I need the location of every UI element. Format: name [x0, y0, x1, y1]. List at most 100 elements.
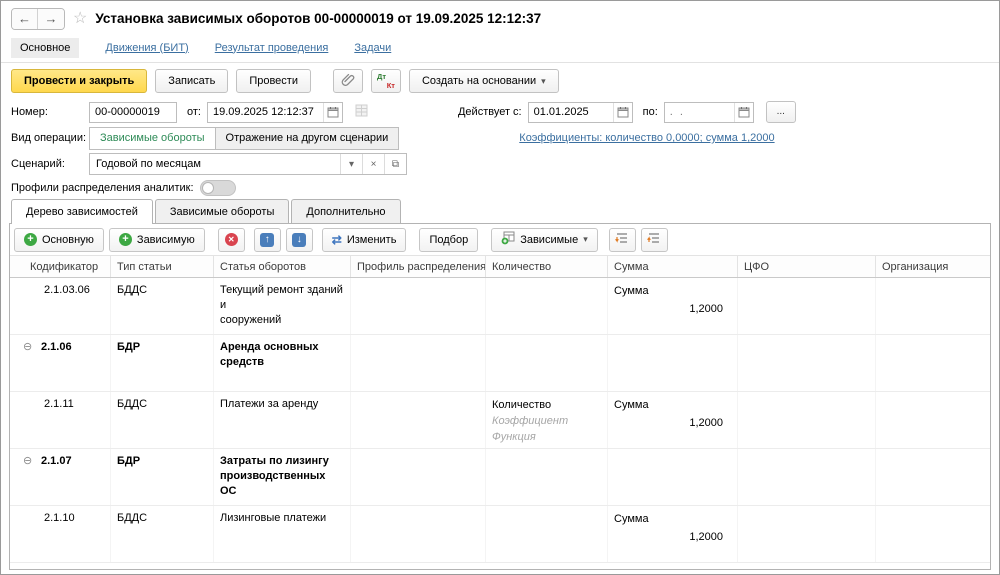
- favorite-star-icon[interactable]: ☆: [73, 11, 87, 27]
- cell-organization: [876, 506, 990, 562]
- valid-from-group: 01.01.2025: [528, 102, 633, 123]
- main-toolbar: Провести и закрыть Записать Провести Дт …: [1, 63, 999, 99]
- table-row[interactable]: 2.1.10 БДДС Лизинговые платежи Сумма1,20…: [10, 506, 990, 563]
- tab-dependent-turnovers[interactable]: Зависимые обороты: [155, 199, 290, 223]
- cell-sum: Сумма1,2000: [608, 506, 738, 562]
- plus-icon: +: [24, 233, 37, 246]
- table-row[interactable]: 2.1.03.06 БДДС Текущий ремонт зданий исо…: [10, 278, 990, 335]
- cell-sum: Сумма1,2000: [608, 278, 738, 334]
- operation-option-other-scenario[interactable]: Отражение на другом сценарии: [216, 127, 400, 150]
- valid-to-label: по:: [643, 106, 658, 118]
- column-header[interactable]: ЦФО: [738, 256, 876, 277]
- post-button[interactable]: Провести: [236, 69, 311, 93]
- table-row[interactable]: ⊖ 2.1.07 БДР Затраты по лизингупроизводс…: [10, 449, 990, 506]
- cell-turnover-article: Текущий ремонт зданий исооружений: [214, 278, 351, 334]
- date-input[interactable]: 19.09.2025 12:12:37: [208, 103, 319, 122]
- scenario-open-button[interactable]: ⧉: [384, 154, 406, 174]
- chevron-down-icon: ▾: [349, 159, 354, 170]
- cell-distribution-profile: [351, 392, 486, 448]
- collapse-tree-button[interactable]: [641, 228, 668, 252]
- edit-arrows-icon: ⇄: [332, 233, 342, 247]
- number-label: Номер:: [11, 106, 89, 118]
- cell-turnover-article: Затраты по лизингупроизводственных ОС: [214, 449, 351, 505]
- cell-distribution-profile: [351, 335, 486, 391]
- expand-tree-button[interactable]: [609, 228, 636, 252]
- edit-button[interactable]: ⇄ Изменить: [322, 228, 407, 252]
- nav-link-tasks[interactable]: Задачи: [354, 42, 391, 54]
- cell-quantity: [486, 506, 608, 562]
- column-header[interactable]: Статья оборотов: [214, 256, 351, 277]
- dependency-tree-panel: + Основную + Зависимую ✕ ↑ ↓ ⇄ Изменить …: [9, 223, 991, 570]
- cell-turnover-article: Платежи за аренду: [214, 392, 351, 448]
- calendar-button[interactable]: [323, 103, 342, 122]
- operation-row: Вид операции: Зависимые обороты Отражени…: [1, 125, 999, 151]
- operation-option-dependent[interactable]: Зависимые обороты: [89, 127, 216, 150]
- plus-icon: +: [119, 233, 132, 246]
- coefficients-link[interactable]: Коэффициенты: количество 0,0000; сумма 1…: [519, 132, 774, 144]
- post-and-close-button[interactable]: Провести и закрыть: [11, 69, 147, 93]
- expand-all-icon: [615, 231, 629, 248]
- profiles-toggle[interactable]: [200, 180, 236, 196]
- valid-to-group: . .: [664, 102, 754, 123]
- write-button[interactable]: Записать: [155, 69, 228, 93]
- column-header[interactable]: Количество: [486, 256, 608, 277]
- history-button[interactable]: [353, 104, 370, 121]
- table-row[interactable]: 2.1.11 БДДС Платежи за аренду Количество…: [10, 392, 990, 449]
- column-header[interactable]: Кодификатор: [10, 256, 111, 277]
- operation-type-label: Вид операции:: [11, 132, 89, 144]
- more-options-button[interactable]: ...: [766, 101, 796, 123]
- move-up-button[interactable]: ↑: [254, 228, 281, 252]
- add-dependent-button[interactable]: + Зависимую: [109, 228, 205, 252]
- column-header[interactable]: Профиль распределения: [351, 256, 486, 277]
- tab-additional[interactable]: Дополнительно: [291, 199, 400, 223]
- column-header[interactable]: Сумма: [608, 256, 738, 277]
- nav-tab-main[interactable]: Основное: [11, 38, 79, 58]
- scenario-clear-button[interactable]: ×: [362, 154, 384, 174]
- cell-article-type: БДДС: [111, 392, 214, 448]
- valid-to-input[interactable]: . .: [665, 103, 690, 122]
- back-button[interactable]: ←: [12, 9, 38, 29]
- paperclip-icon: [341, 73, 355, 90]
- number-input[interactable]: 00-00000019: [89, 102, 177, 123]
- add-main-button[interactable]: + Основную: [14, 228, 104, 252]
- history-grid-icon: [355, 104, 368, 120]
- cell-cfo: [738, 392, 876, 448]
- column-header[interactable]: Тип статьи: [111, 256, 214, 277]
- cell-organization: [876, 278, 990, 334]
- table-row[interactable]: ⊖ 2.1.06 БДР Аренда основныхсредств: [10, 335, 990, 392]
- move-down-button[interactable]: ↓: [286, 228, 313, 252]
- cell-quantity: [486, 335, 608, 391]
- column-header[interactable]: Организация: [876, 256, 990, 277]
- profiles-row: Профили распределения аналитик:: [1, 177, 999, 199]
- dtkt-icon: Дт Кт: [377, 73, 395, 89]
- delete-icon: ✕: [225, 233, 238, 246]
- valid-from-input[interactable]: 01.01.2025: [529, 103, 594, 122]
- forward-button[interactable]: →: [38, 9, 64, 29]
- create-based-on-button[interactable]: Создать на основании ▾: [409, 69, 559, 93]
- dependents-menu-button[interactable]: Зависимые ▾: [491, 228, 598, 252]
- scenario-input[interactable]: Годовой по месяцам: [90, 154, 340, 174]
- cell-sum: Сумма1,2000: [608, 392, 738, 448]
- cell-quantity: КоличествоКоэффициентФункция: [486, 392, 608, 448]
- cell-codifier: 2.1.10: [10, 506, 111, 562]
- pick-button[interactable]: Подбор: [419, 228, 478, 252]
- cell-distribution-profile: [351, 278, 486, 334]
- valid-to-calendar-button[interactable]: [734, 103, 753, 122]
- collapse-node-icon[interactable]: ⊖: [23, 454, 36, 505]
- nav-link-movements[interactable]: Движения (БИТ): [105, 42, 188, 54]
- cell-codifier: 2.1.03.06: [10, 278, 111, 334]
- valid-from-calendar-button[interactable]: [613, 103, 632, 122]
- attachments-button[interactable]: [333, 69, 363, 93]
- scenario-dropdown-button[interactable]: ▾: [340, 154, 362, 174]
- nav-link-posting-result[interactable]: Результат проведения: [215, 42, 329, 54]
- toggle-knob-icon: [202, 182, 214, 194]
- tab-dependency-tree[interactable]: Дерево зависимостей: [11, 199, 153, 224]
- dtkt-button[interactable]: Дт Кт: [371, 69, 401, 93]
- close-icon: ×: [371, 159, 377, 170]
- delete-row-button[interactable]: ✕: [218, 228, 245, 252]
- valid-from-label: Действует с:: [458, 106, 522, 118]
- cell-sum: [608, 335, 738, 391]
- table-plus-icon: [501, 231, 515, 248]
- cell-organization: [876, 335, 990, 391]
- collapse-node-icon[interactable]: ⊖: [23, 340, 36, 391]
